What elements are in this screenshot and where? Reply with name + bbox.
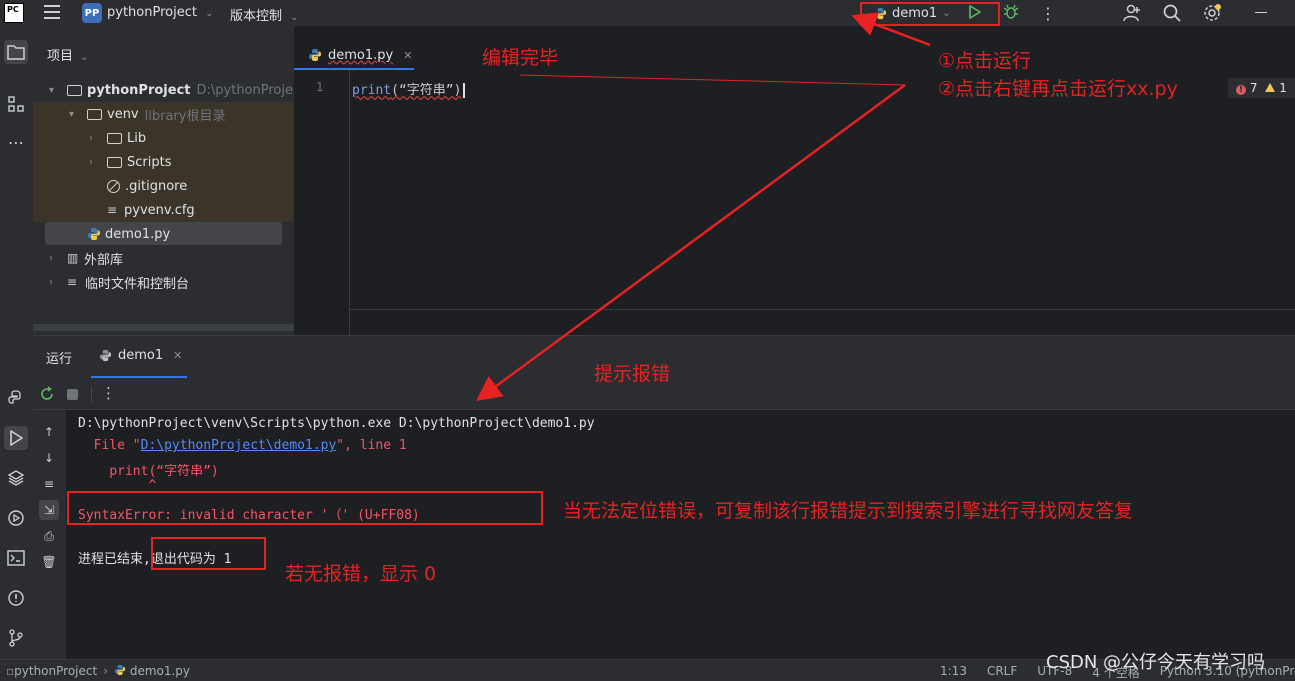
annotation-step2: ②点击右键再点击运行xx.py	[938, 78, 1178, 100]
annotation-zero-tip: 若无报错，显示 0	[285, 563, 437, 585]
exit-code-highlight-box	[151, 537, 266, 570]
annotation-error-hint: 提示报错	[594, 363, 671, 385]
error-highlight-box	[67, 491, 543, 525]
annotation-arrow	[851, 12, 931, 47]
annotation-arrow	[519, 74, 906, 86]
annotation-search-tip: 当无法定位错误，可复制该行报错提示到搜索引擎进行寻找网友答复	[563, 500, 1134, 522]
annotation-step1: ①点击运行	[938, 50, 1032, 72]
watermark: CSDN @公仔今天有学习吗	[1046, 652, 1266, 673]
annotation-arrows	[475, 12, 931, 401]
annotation-edit-done: 编辑完毕	[482, 47, 559, 69]
annotation-arrow	[475, 83, 906, 401]
